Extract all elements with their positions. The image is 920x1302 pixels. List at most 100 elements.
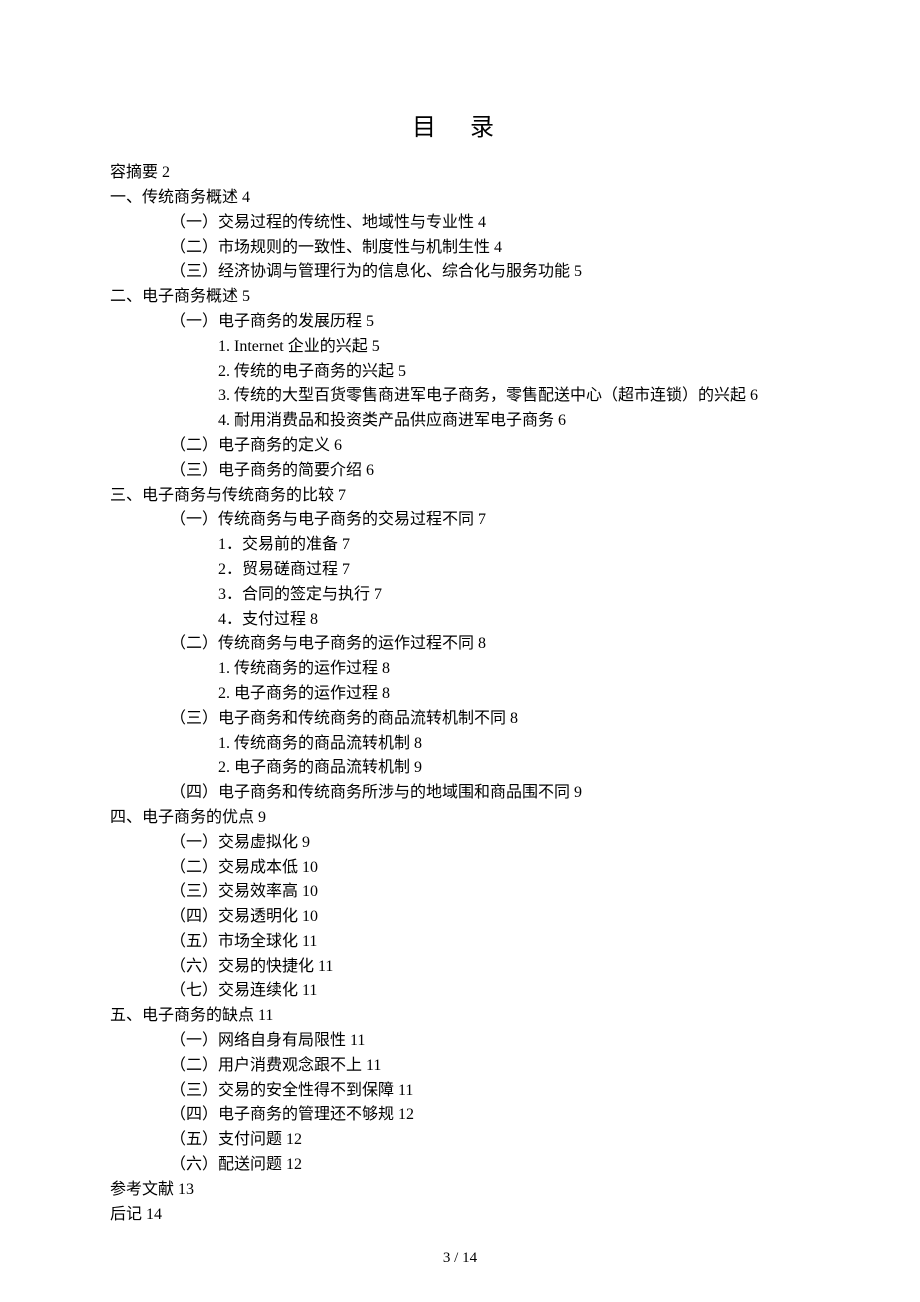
toc-entry: 1. 传统商务的商品流转机制 8 — [110, 732, 810, 757]
toc-entry: 1. Internet 企业的兴起 5 — [110, 335, 810, 360]
toc-entry-page: 2 — [158, 164, 170, 181]
toc-entry-page: 8 — [306, 611, 318, 628]
toc-entry-page: 7 — [474, 511, 486, 528]
toc-entry: （二）交易成本低 10 — [110, 856, 810, 881]
toc-entry-page: 6 — [362, 462, 374, 479]
toc-entry: （六）交易的快捷化 11 — [110, 955, 810, 980]
table-of-contents: 容摘要 2一、传统商务概述 4（一）交易过程的传统性、地域性与专业性 4（二）市… — [110, 161, 810, 1227]
toc-entry-text: （四）交易透明化 — [170, 908, 298, 925]
toc-entry-page: 12 — [282, 1131, 302, 1148]
toc-entry: （二）市场规则的一致性、制度性与机制生性 4 — [110, 236, 810, 261]
toc-entry: 1．交易前的准备 7 — [110, 533, 810, 558]
toc-entry-text: 五、电子商务的缺点 — [110, 1007, 254, 1024]
toc-entry-page: 9 — [570, 784, 582, 801]
toc-entry-page: 9 — [410, 759, 422, 776]
toc-entry: 五、电子商务的缺点 11 — [110, 1004, 810, 1029]
toc-entry: 4．支付过程 8 — [110, 608, 810, 633]
toc-entry-text: 三、电子商务与传统商务的比较 — [110, 487, 334, 504]
toc-entry-page: 5 — [238, 288, 250, 305]
toc-entry: 容摘要 2 — [110, 161, 810, 186]
toc-entry: （一）交易过程的传统性、地域性与专业性 4 — [110, 211, 810, 236]
toc-entry: 四、电子商务的优点 9 — [110, 806, 810, 831]
toc-entry: 2．贸易磋商过程 7 — [110, 558, 810, 583]
toc-entry-text: 四、电子商务的优点 — [110, 809, 254, 826]
toc-entry-page: 6 — [746, 387, 758, 404]
toc-entry: （四）电子商务和传统商务所涉与的地域围和商品围不同 9 — [110, 781, 810, 806]
toc-entry-page: 13 — [174, 1181, 194, 1198]
toc-entry-text: （一）电子商务的发展历程 — [170, 313, 362, 330]
toc-entry: （三）经济协调与管理行为的信息化、综合化与服务功能 5 — [110, 260, 810, 285]
toc-entry-text: 二、电子商务概述 — [110, 288, 238, 305]
toc-entry: （一）网络自身有局限性 11 — [110, 1029, 810, 1054]
toc-entry-page: 11 — [298, 982, 317, 999]
toc-entry-page: 8 — [378, 685, 390, 702]
toc-entry: 2. 传统的电子商务的兴起 5 — [110, 360, 810, 385]
toc-entry-text: （二）用户消费观念跟不上 — [170, 1057, 362, 1074]
toc-entry-text: （五）市场全球化 — [170, 933, 298, 950]
toc-entry-text: 3．合同的签定与执行 — [218, 586, 370, 603]
toc-entry: 3．合同的签定与执行 7 — [110, 583, 810, 608]
toc-entry-text: （七）交易连续化 — [170, 982, 298, 999]
toc-entry-text: （一）交易过程的传统性、地域性与专业性 — [170, 214, 474, 231]
toc-entry-page: 5 — [368, 338, 380, 355]
toc-entry: （三）交易效率高 10 — [110, 880, 810, 905]
toc-entry-page: 6 — [554, 412, 566, 429]
toc-entry: 三、电子商务与传统商务的比较 7 — [110, 484, 810, 509]
toc-entry: （一）交易虚拟化 9 — [110, 831, 810, 856]
toc-entry: （七）交易连续化 11 — [110, 979, 810, 1004]
toc-entry-text: （一）传统商务与电子商务的交易过程不同 — [170, 511, 474, 528]
toc-entry: （二）电子商务的定义 6 — [110, 434, 810, 459]
toc-entry: （六）配送问题 12 — [110, 1153, 810, 1178]
toc-entry-text: （三）交易的安全性得不到保障 — [170, 1082, 394, 1099]
toc-entry: 2. 电子商务的运作过程 8 — [110, 682, 810, 707]
toc-entry-text: 2．贸易磋商过程 — [218, 561, 338, 578]
page-number-footer: 3 / 14 — [0, 1247, 920, 1270]
toc-entry-text: 1．交易前的准备 — [218, 536, 338, 553]
toc-entry-page: 4 — [490, 239, 502, 256]
toc-entry-page: 7 — [370, 586, 382, 603]
toc-entry-text: （二）市场规则的一致性、制度性与机制生性 — [170, 239, 490, 256]
toc-entry-page: 5 — [394, 363, 406, 380]
toc-entry: （三）电子商务的简要介绍 6 — [110, 459, 810, 484]
toc-entry-text: 后记 — [110, 1206, 142, 1223]
toc-entry-text: （三）电子商务和传统商务的商品流转机制不同 — [170, 710, 506, 727]
toc-entry: （五）市场全球化 11 — [110, 930, 810, 955]
toc-entry-text: （一）交易虚拟化 — [170, 834, 298, 851]
toc-entry-page: 6 — [330, 437, 342, 454]
toc-entry-page: 12 — [394, 1106, 414, 1123]
toc-entry-text: （六）交易的快捷化 — [170, 958, 314, 975]
toc-entry-text: （二）电子商务的定义 — [170, 437, 330, 454]
toc-entry-text: （二）传统商务与电子商务的运作过程不同 — [170, 635, 474, 652]
toc-entry-page: 14 — [142, 1206, 162, 1223]
toc-entry: （一）传统商务与电子商务的交易过程不同 7 — [110, 508, 810, 533]
toc-entry-text: 3. 传统的大型百货零售商进军电子商务，零售配送中心（超市连锁）的兴起 — [218, 387, 746, 404]
toc-entry-page: 8 — [506, 710, 518, 727]
toc-entry: （五）支付问题 12 — [110, 1128, 810, 1153]
toc-entry-text: 容摘要 — [110, 164, 158, 181]
toc-entry-page: 9 — [254, 809, 266, 826]
toc-entry: 2. 电子商务的商品流转机制 9 — [110, 756, 810, 781]
toc-entry-page: 11 — [346, 1032, 365, 1049]
toc-entry: （三）交易的安全性得不到保障 11 — [110, 1079, 810, 1104]
toc-entry-page: 11 — [362, 1057, 381, 1074]
toc-entry-page: 10 — [298, 908, 318, 925]
toc-entry-page: 8 — [474, 635, 486, 652]
toc-entry: 参考文献 13 — [110, 1178, 810, 1203]
toc-entry: （三）电子商务和传统商务的商品流转机制不同 8 — [110, 707, 810, 732]
toc-entry-text: （四）电子商务和传统商务所涉与的地域围和商品围不同 — [170, 784, 570, 801]
toc-entry: （二）传统商务与电子商务的运作过程不同 8 — [110, 632, 810, 657]
toc-entry: 3. 传统的大型百货零售商进军电子商务，零售配送中心（超市连锁）的兴起 6 — [110, 384, 810, 409]
toc-entry-page: 11 — [298, 933, 317, 950]
toc-entry: 4. 耐用消费品和投资类产品供应商进军电子商务 6 — [110, 409, 810, 434]
document-page: 目 录 容摘要 2一、传统商务概述 4（一）交易过程的传统性、地域性与专业性 4… — [0, 0, 920, 1302]
toc-entry-page: 7 — [338, 536, 350, 553]
toc-entry-text: （四）电子商务的管理还不够规 — [170, 1106, 394, 1123]
toc-entry-page: 11 — [254, 1007, 273, 1024]
toc-entry-page: 7 — [338, 561, 350, 578]
toc-entry-page: 5 — [362, 313, 374, 330]
toc-entry-page: 8 — [378, 660, 390, 677]
toc-entry-page: 10 — [298, 883, 318, 900]
toc-entry-text: （三）电子商务的简要介绍 — [170, 462, 362, 479]
toc-entry-page: 10 — [298, 859, 318, 876]
toc-entry-text: 2. 电子商务的运作过程 — [218, 685, 378, 702]
